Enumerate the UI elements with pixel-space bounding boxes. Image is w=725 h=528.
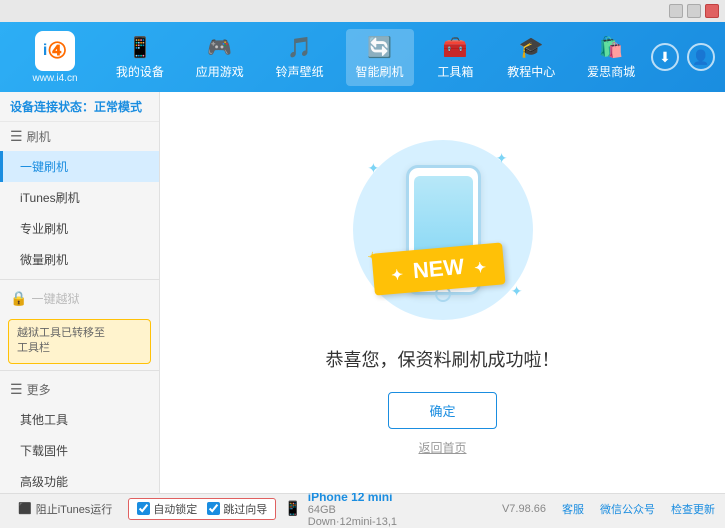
skip-wizard-checkbox-item[interactable]: 跳过向导 [207,501,267,517]
nav-item-apps-games[interactable]: 🎮 应用游戏 [186,29,254,86]
divider-1 [0,279,159,280]
jailbreak-section-label: 一键越狱 [31,290,79,307]
divider-2 [0,370,159,371]
shop-icon: 🛍️ [599,35,624,60]
sidebar-item-download-firmware[interactable]: 下载固件 [0,435,159,466]
wechat-link[interactable]: 微信公众号 [600,501,655,517]
bottom-bar: ⬛ 阻止iTunes运行 自动锁定 跳过向导 📱 iPhone 12 mini … [0,493,725,523]
nav-item-shop[interactable]: 🛍️ 爱思商城 [577,29,645,86]
itunes-status-icon: ⬛ [18,502,32,515]
nav-label-apps-games: 应用游戏 [196,63,244,80]
itunes-status: ⬛ 阻止iTunes运行 [10,501,120,517]
customer-service-link[interactable]: 客服 [562,501,584,517]
hero-image: ✦ ✦ ✦ ✦ NEW ✦ [343,130,543,330]
skip-wizard-label: 跳过向导 [223,501,267,517]
nav-item-my-device[interactable]: 📱 我的设备 [106,29,174,86]
sidebar-item-itunes-flash[interactable]: iTunes刷机 [0,182,159,213]
device-storage: 64GB [308,504,397,516]
auto-lock-checkbox-item[interactable]: 自动锁定 [137,501,197,517]
main-layout: 设备连接状态：正常模式 ☰ 刷机 一键刷机 iTunes刷机 专业刷机 微量刷机… [0,92,725,493]
header: i④ www.i4.cn 📱 我的设备 🎮 应用游戏 🎵 铃声壁纸 🔄 智能刷机… [0,22,725,92]
tutorials-icon: 🎓 [519,35,544,60]
logo-text: www.i4.cn [32,73,77,84]
device-version: Down·12mini-13,1 [308,516,397,528]
toolbox-icon: 🧰 [443,35,468,60]
status-value: 正常模式 [94,100,142,114]
auto-lock-checkbox[interactable] [137,502,150,515]
nav-label-my-device: 我的设备 [116,63,164,80]
logo-area: i④ www.i4.cn [10,31,100,84]
bottom-checkboxes: 自动锁定 跳过向导 [128,498,276,520]
new-ribbon-stars-left: ✦ [390,266,403,283]
sidebar-section-more: ☰ 更多 [0,375,159,404]
nav-item-smart-flash[interactable]: 🔄 智能刷机 [346,29,414,86]
sparkle-icon-2: ✦ [496,150,508,167]
skip-wizard-checkbox[interactable] [207,502,220,515]
return-link[interactable]: 返回首页 [418,439,466,456]
auto-lock-label: 自动锁定 [153,501,197,517]
maximize-btn[interactable] [687,4,701,18]
flash-section-icon: ☰ [10,128,23,145]
nav-item-toolbox[interactable]: 🧰 工具箱 [425,29,485,86]
smart-flash-icon: 🔄 [367,35,392,60]
nav-items: 📱 我的设备 🎮 应用游戏 🎵 铃声壁纸 🔄 智能刷机 🧰 工具箱 🎓 教程中心… [100,29,651,86]
sparkle-icon-3: ✦ [511,283,523,300]
close-btn[interactable] [705,4,719,18]
main-content: ✦ ✦ ✦ ✦ NEW ✦ 恭喜您，保资料刷机成功啦！ 确定 返回首页 [160,92,725,493]
version-text: V7.98.66 [502,503,546,515]
nav-item-ringtones[interactable]: 🎵 铃声壁纸 [266,29,334,86]
itunes-status-text: 阻止iTunes运行 [36,501,113,517]
status-label: 设备连接状态： [10,100,94,114]
sidebar-item-one-key-flash[interactable]: 一键刷机 [0,151,159,182]
flash-section-label: 刷机 [27,128,51,145]
check-update-link[interactable]: 检查更新 [671,501,715,517]
device-info: 📱 iPhone 12 mini 64GB Down·12mini-13,1 [284,490,494,528]
logo-icon: i④ [35,31,75,71]
sidebar-item-micro-flash[interactable]: 微量刷机 [0,244,159,275]
device-icon: 📱 [284,500,301,517]
success-message: 恭喜您，保资料刷机成功啦！ [326,346,560,372]
jailbreak-info-box: 越狱工具已转移至工具栏 [8,319,151,364]
device-details: iPhone 12 mini 64GB Down·12mini-13,1 [308,490,397,528]
more-section-icon: ☰ [10,381,23,398]
sidebar-item-pro-flash[interactable]: 专业刷机 [0,213,159,244]
sparkle-icon-1: ✦ [368,160,380,177]
nav-label-shop: 爱思商城 [587,63,635,80]
jailbreak-section-icon: 🔒 [10,290,27,307]
sidebar: 设备连接状态：正常模式 ☰ 刷机 一键刷机 iTunes刷机 专业刷机 微量刷机… [0,92,160,493]
new-ribbon-stars-right: ✦ [473,258,486,275]
apps-games-icon: 🎮 [207,35,232,60]
sidebar-section-flash: ☰ 刷机 [0,122,159,151]
nav-label-toolbox: 工具箱 [437,63,473,80]
more-section-label: 更多 [27,381,51,398]
ringtones-icon: 🎵 [287,35,312,60]
download-btn[interactable]: ⬇ [651,43,679,71]
phone-illustration: ✦ ✦ ✦ ✦ NEW ✦ [353,140,533,320]
jailbreak-info-text: 越狱工具已转移至工具栏 [17,327,105,354]
nav-item-tutorials[interactable]: 🎓 教程中心 [497,29,565,86]
minimize-btn[interactable] [669,4,683,18]
sidebar-item-advanced[interactable]: 高级功能 [0,466,159,493]
user-btn[interactable]: 👤 [687,43,715,71]
sidebar-item-other-tools[interactable]: 其他工具 [0,404,159,435]
new-badge-text: NEW [411,253,464,282]
nav-label-smart-flash: 智能刷机 [356,63,404,80]
my-device-icon: 📱 [127,35,152,60]
nav-label-ringtones: 铃声壁纸 [276,63,324,80]
header-actions: ⬇ 👤 [651,43,715,71]
sidebar-section-jailbreak: 🔒 一键越狱 [0,284,159,313]
nav-label-tutorials: 教程中心 [507,63,555,80]
confirm-button[interactable]: 确定 [388,392,496,429]
connection-status: 设备连接状态：正常模式 [0,92,159,122]
bottom-right: V7.98.66 客服 微信公众号 检查更新 [502,501,715,517]
title-bar [0,0,725,22]
